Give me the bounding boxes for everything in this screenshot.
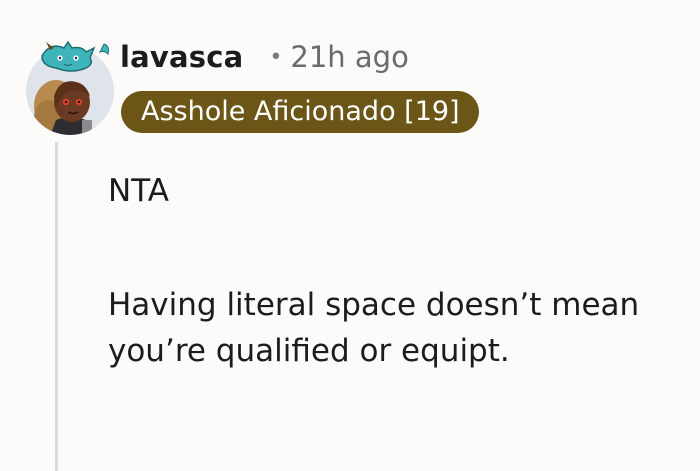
timestamp[interactable]: 21h ago (290, 40, 408, 74)
avatar[interactable] (20, 36, 120, 136)
meta-separator: • (269, 44, 283, 70)
comment-paragraph: Having literal space doesn’t mean you’re… (108, 287, 640, 369)
username-link[interactable]: lavasca (120, 40, 243, 74)
user-flair-badge: Asshole Aficionado [19] (121, 91, 479, 133)
comment-paragraph: NTA (108, 173, 169, 209)
comment-body: NTA Having literal space doesn’t mean yo… (108, 168, 678, 374)
cartoon-avatar-icon (26, 40, 114, 135)
comment: lavasca • 21h ago Asshole Aficionado [19… (0, 0, 700, 471)
thread-collapse-line[interactable] (55, 142, 58, 471)
comment-meta: lavasca • 21h ago (120, 36, 409, 78)
